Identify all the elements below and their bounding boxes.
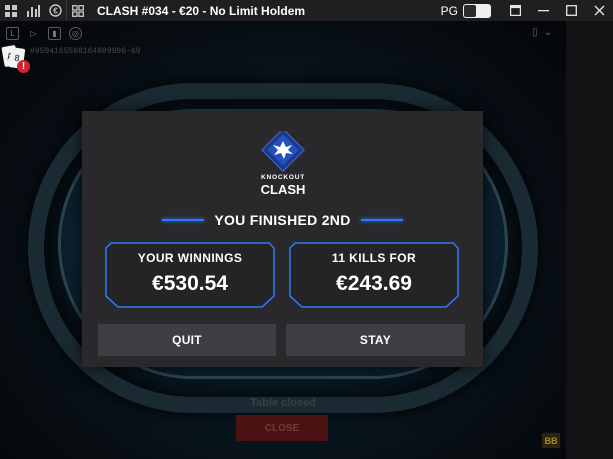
kills-panel: 11 KILLS FOR €243.69	[289, 242, 459, 308]
cards-icon[interactable]: ▮	[48, 27, 61, 40]
knockout-clash-logo: KNOCKOUT CLASH	[259, 128, 307, 201]
window-title: CLASH #034 - €20 - No Limit Holdem	[97, 3, 306, 18]
winnings-panel: YOUR WINNINGS €530.54	[105, 242, 275, 308]
alert-icon: !	[17, 60, 30, 73]
winnings-value: €530.54	[152, 272, 228, 295]
table-toolbar-right: ▯ ⌄	[532, 27, 552, 38]
tournament-result-dialog: KNOCKOUT CLASH YOU FINISHED 2ND YOUR WIN…	[82, 111, 483, 367]
kills-value: €243.69	[336, 272, 412, 295]
logo-text-top: KNOCKOUT	[261, 174, 305, 181]
headline-line-left	[162, 219, 205, 221]
close-icon[interactable]	[585, 0, 613, 21]
minimize-icon[interactable]	[529, 0, 557, 21]
close-table-button[interactable]: CLOSE	[236, 415, 328, 441]
kills-label: 11 KILLS FOR	[331, 251, 417, 265]
table-toolbar: L ▷ ▮ ◎	[6, 27, 82, 40]
layout-icon[interactable]	[67, 0, 89, 21]
stay-button[interactable]: STAY	[286, 324, 465, 356]
palette-icon[interactable]: ◎	[69, 27, 82, 40]
headline-row: YOU FINISHED 2ND	[82, 212, 483, 228]
maximize-icon[interactable]	[557, 0, 585, 21]
finish-headline: YOU FINISHED 2ND	[214, 212, 351, 228]
chat-panel-icon[interactable]: ▯	[532, 27, 538, 38]
winnings-label: YOUR WINNINGS	[137, 251, 243, 265]
euro-icon[interactable]: €	[44, 0, 66, 21]
logo-text-bottom: CLASH	[261, 182, 306, 197]
quit-button[interactable]: QUIT	[98, 324, 276, 356]
play-icon[interactable]: ▷	[27, 27, 40, 40]
side-strip	[566, 21, 613, 459]
popout-icon[interactable]	[501, 0, 529, 21]
pg-label: PG	[440, 3, 458, 18]
headline-line-right	[360, 219, 403, 221]
lobby-icon[interactable]: L	[6, 27, 19, 40]
hand-id: #9594165568164889996-69	[30, 47, 141, 56]
table-status: Table closed	[250, 397, 316, 409]
svg-text:€: €	[53, 7, 58, 16]
title-bar: € CLASH #034 - €20 - No Limit Holdem PG	[0, 0, 613, 21]
hole-cards: A 8 !	[1, 44, 30, 76]
bb-toggle[interactable]: BB	[542, 433, 560, 448]
stats-bars-icon[interactable]	[22, 0, 44, 21]
pg-toggle[interactable]	[463, 3, 491, 18]
lobby-grid-icon[interactable]	[0, 0, 22, 21]
chevron-down-icon[interactable]: ⌄	[544, 27, 552, 38]
